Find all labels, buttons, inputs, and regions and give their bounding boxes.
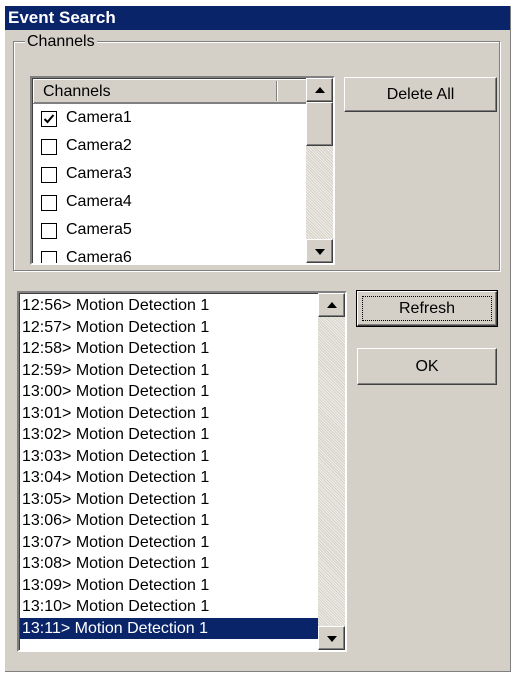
channel-checkbox[interactable]	[41, 139, 57, 155]
channel-checkbox[interactable]	[41, 223, 57, 239]
arrow-up-icon	[315, 87, 325, 93]
channel-label: Camera2	[66, 137, 132, 154]
channel-item[interactable]: Camera4	[33, 189, 307, 217]
channel-checkbox[interactable]	[41, 251, 57, 263]
channels-column-header-label: Channels	[43, 83, 111, 100]
channel-label: Camera1	[66, 109, 132, 126]
channels-scroll-up-button[interactable]	[306, 78, 333, 102]
arrow-down-icon	[315, 249, 325, 255]
column-separator	[276, 81, 277, 101]
event-list-item[interactable]: 13:11> Motion Detection 1	[20, 617, 318, 639]
event-list-item[interactable]: 13:05> Motion Detection 1	[20, 489, 318, 511]
channel-label: Camera6	[66, 249, 132, 265]
events-scroll-down-button[interactable]	[318, 626, 345, 650]
events-rows: 12:56> Motion Detection 1 12:57> Motion D…	[20, 295, 318, 639]
events-scroll-up-button[interactable]	[318, 293, 345, 317]
channel-label: Camera3	[66, 165, 132, 182]
event-list-item[interactable]: 13:04> Motion Detection 1	[20, 467, 318, 489]
channels-scroll-thumb[interactable]	[306, 102, 333, 146]
channel-item[interactable]: Camera1	[33, 105, 307, 133]
refresh-button[interactable]: Refresh	[356, 290, 498, 327]
channel-checkbox[interactable]	[41, 111, 57, 127]
channel-item[interactable]: Camera6	[33, 245, 307, 265]
window-title: Event Search	[5, 6, 510, 30]
event-list-item[interactable]: 13:07> Motion Detection 1	[20, 532, 318, 554]
events-list[interactable]: 12:56> Motion Detection 1 12:57> Motion D…	[17, 291, 347, 652]
channel-label: Camera4	[66, 193, 132, 210]
event-list-item[interactable]: 13:03> Motion Detection 1	[20, 446, 318, 468]
checkmark-icon	[43, 114, 55, 124]
event-list-item[interactable]: 13:02> Motion Detection 1	[20, 424, 318, 446]
channel-item[interactable]: Camera3	[33, 161, 307, 189]
channel-item[interactable]: Camera5	[33, 217, 307, 245]
ok-button[interactable]: OK	[357, 348, 497, 385]
event-list-item[interactable]: 13:00> Motion Detection 1	[20, 381, 318, 403]
channels-group-label: Channels	[25, 33, 97, 50]
channels-rows: Camera1 Camera2 Camera3 Camera4 Camera5 Camer…	[33, 105, 307, 265]
channels-scroll-down-button[interactable]	[306, 239, 333, 263]
event-list-item[interactable]: 12:58> Motion Detection 1	[20, 338, 318, 360]
event-list-item[interactable]: 13:01> Motion Detection 1	[20, 403, 318, 425]
channels-column-header[interactable]: Channels	[33, 79, 307, 104]
event-list-item[interactable]: 13:06> Motion Detection 1	[20, 510, 318, 532]
event-list-item[interactable]: 13:09> Motion Detection 1	[20, 575, 318, 597]
event-list-item[interactable]: 12:56> Motion Detection 1	[20, 295, 318, 317]
channels-scrollbar[interactable]	[306, 78, 333, 263]
arrow-down-icon	[327, 636, 337, 642]
channel-checkbox[interactable]	[41, 167, 57, 183]
channel-item[interactable]: Camera2	[33, 133, 307, 161]
event-list-item[interactable]: 13:08> Motion Detection 1	[20, 553, 318, 575]
channel-label: Camera5	[66, 221, 132, 238]
event-list-item[interactable]: 12:57> Motion Detection 1	[20, 317, 318, 339]
events-scrollbar[interactable]	[318, 293, 345, 650]
focus-rect	[362, 296, 492, 321]
delete-all-button[interactable]: Delete All	[344, 77, 497, 112]
event-list-item[interactable]: 12:59> Motion Detection 1	[20, 360, 318, 382]
arrow-up-icon	[327, 302, 337, 308]
event-list-item[interactable]: 13:10> Motion Detection 1	[20, 596, 318, 618]
channels-list[interactable]: Channels Camera1 Camera2 Camera3 Camera4 Cam…	[30, 76, 335, 265]
channel-checkbox[interactable]	[41, 195, 57, 211]
